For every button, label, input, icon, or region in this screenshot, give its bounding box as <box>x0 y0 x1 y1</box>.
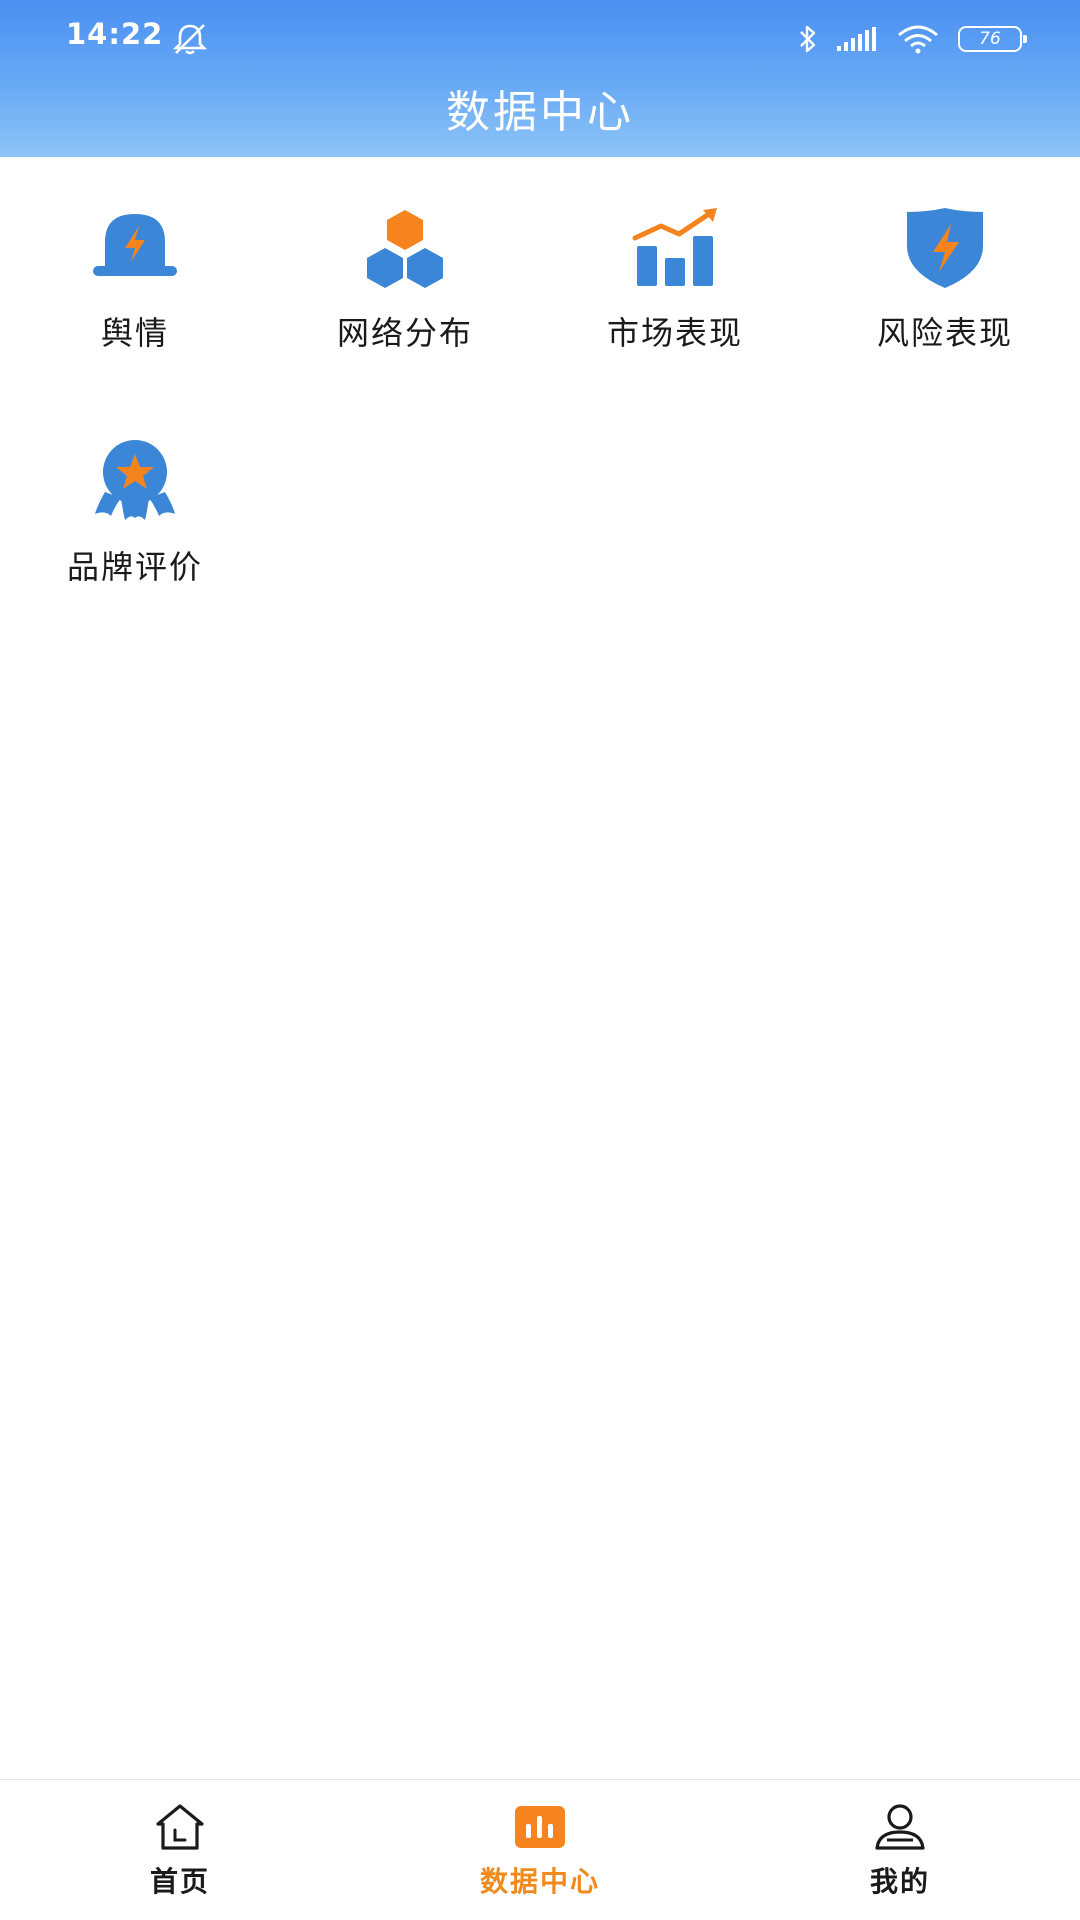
bar-chart-trend-icon <box>632 208 717 286</box>
wifi-icon <box>898 25 938 54</box>
tab-mine[interactable]: 我的 <box>790 1780 1010 1920</box>
bottom-tab-bar: 首页 数据中心 我的 <box>0 1779 1080 1920</box>
grid-item-label: 舆情 <box>100 314 169 352</box>
page-title: 数据中心 <box>446 87 634 138</box>
battery-icon: 76 <box>958 26 1027 52</box>
tab-label: 数据中心 <box>479 1865 600 1898</box>
grid-item-market-performance[interactable]: 市场表现 <box>540 190 810 370</box>
grid-item-public-opinion[interactable]: 舆情 <box>0 190 270 370</box>
bluetooth-icon <box>800 25 816 53</box>
cubes-icon <box>367 210 443 288</box>
signal-icon <box>837 27 876 51</box>
shield-bolt-icon <box>907 208 983 288</box>
data-chart-icon <box>515 1806 565 1848</box>
award-badge-icon <box>95 440 175 520</box>
alarm-light-icon <box>93 214 177 276</box>
status-icons: 76 <box>798 20 1027 58</box>
tab-label: 首页 <box>149 1865 210 1898</box>
tab-home[interactable]: 首页 <box>70 1780 290 1920</box>
grid-item-label: 风险表现 <box>876 314 1013 352</box>
tab-data-center[interactable]: 数据中心 <box>430 1780 650 1920</box>
grid-item-label: 品牌评价 <box>66 548 203 586</box>
user-icon <box>875 1804 925 1850</box>
home-icon <box>156 1804 204 1850</box>
grid-item-risk-performance[interactable]: 风险表现 <box>810 190 1080 370</box>
grid-item-label: 网络分布 <box>336 314 473 352</box>
silent-icon <box>172 24 208 55</box>
status-time: 14:22 <box>66 17 164 51</box>
grid-item-network-distribution[interactable]: 网络分布 <box>270 190 540 370</box>
tab-label: 我的 <box>869 1865 930 1898</box>
battery-level: 76 <box>979 29 1001 49</box>
grid-item-brand-evaluation[interactable]: 品牌评价 <box>0 424 270 604</box>
grid-item-label: 市场表现 <box>606 314 743 352</box>
header-bar: 14:22 76 数据中心 <box>0 0 1080 157</box>
